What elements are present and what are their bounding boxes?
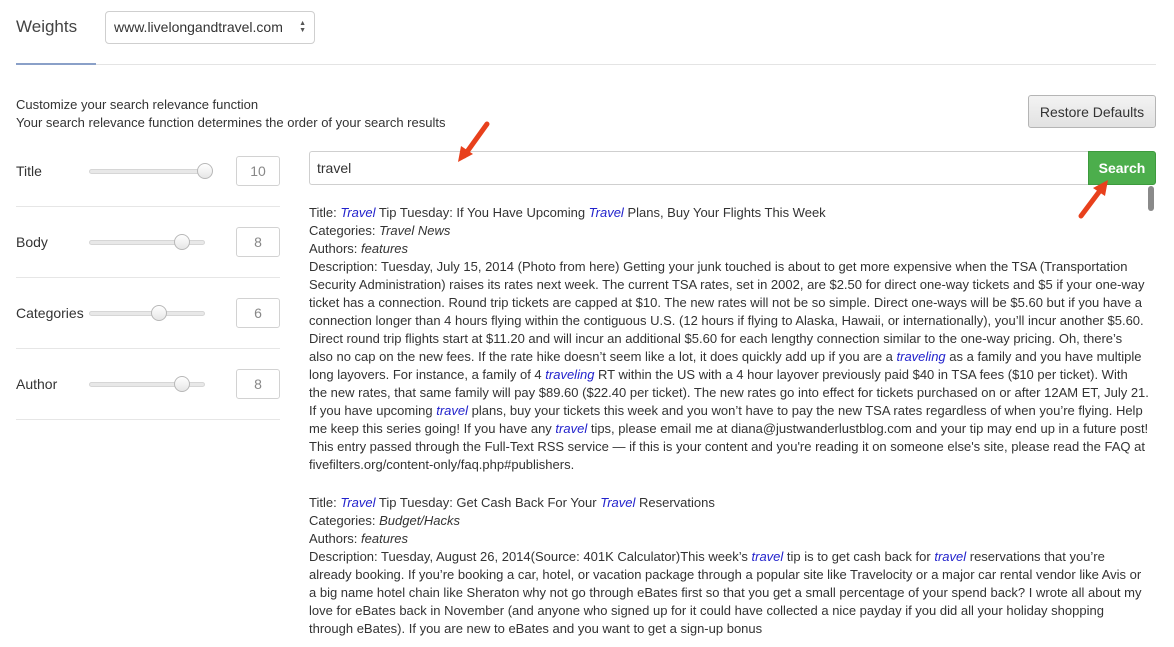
title-weight-slider[interactable]	[89, 163, 213, 179]
text-segment: Plans, Buy Your Flights This Week	[623, 205, 826, 220]
body-weight-input[interactable]: 8	[236, 227, 280, 257]
search-highlight: Travel	[600, 495, 636, 510]
slider-handle[interactable]	[150, 305, 167, 321]
weight-label: Author	[16, 376, 58, 392]
search-highlight: travel	[436, 403, 468, 418]
weight-row-categories: Categories 6	[16, 278, 280, 349]
weight-row-title: Title 10	[16, 136, 280, 207]
title-weight-input[interactable]: 10	[236, 156, 280, 186]
active-tab-indicator	[16, 63, 96, 65]
text-segment: Tuesday, August 26, 2014(Source: 401K Ca…	[381, 549, 752, 564]
result-authors: Authors: features	[309, 531, 409, 546]
author-weight-slider[interactable]	[89, 376, 205, 392]
slider-handle[interactable]	[173, 376, 190, 392]
weight-row-body: Body 8	[16, 207, 280, 278]
scrollbar-thumb[interactable]	[1148, 186, 1154, 211]
select-arrows-icon: ▲ ▼	[299, 20, 306, 34]
intro-heading: Customize your search relevance function	[16, 97, 259, 112]
header-divider	[16, 64, 1156, 65]
slider-handle[interactable]	[197, 163, 213, 179]
body-weight-slider[interactable]	[89, 234, 205, 250]
site-select-value: www.livelongandtravel.com	[114, 19, 283, 35]
result-categories: Categories: Budget/Hacks	[309, 513, 461, 528]
author-weight-input[interactable]: 8	[236, 369, 280, 399]
weight-label: Categories	[16, 305, 84, 321]
search-highlight: Travel	[340, 205, 376, 220]
search-highlight: traveling	[896, 349, 946, 364]
result-title: Title: Travel Tip Tuesday: If You Have U…	[309, 205, 826, 220]
search-highlight: travel	[751, 549, 784, 564]
text-segment: Tip Tuesday: If You Have Upcoming	[375, 205, 589, 220]
search-highlight: Travel	[588, 205, 624, 220]
result-title: Title: Travel Tip Tuesday: Get Cash Back…	[309, 495, 715, 510]
slider-handle[interactable]	[173, 234, 190, 250]
text-segment: tip is to get cash back for	[783, 549, 935, 564]
annotation-arrow-icon	[1078, 180, 1108, 219]
result-item: Title: Travel Tip Tuesday: Get Cash Back…	[309, 494, 1149, 638]
text-segment: Tip Tuesday: Get Cash Back For Your	[375, 495, 601, 510]
weight-label: Title	[16, 163, 42, 179]
annotation-arrow-icon	[458, 121, 490, 162]
slider-track	[89, 311, 205, 316]
result-categories: Categories: Travel News	[309, 223, 451, 238]
result-description: Description: Tuesday, August 26, 2014(So…	[309, 549, 1142, 636]
search-input[interactable]: travel	[309, 151, 1088, 185]
result-authors: Authors: features	[309, 241, 409, 256]
result-description: Description: Tuesday, July 15, 2014 (Pho…	[309, 259, 1149, 472]
categories-weight-input[interactable]: 6	[236, 298, 280, 328]
page-title: Weights	[16, 17, 78, 36]
header: Weights www.livelongandtravel.com ▲ ▼	[16, 10, 315, 44]
weights-panel: Title 10 Body 8 Categories 6 Author 8	[16, 136, 280, 420]
search-highlight: Travel	[340, 495, 376, 510]
intro-text: Customize your search relevance function…	[16, 96, 445, 132]
text-segment: Reservations	[635, 495, 715, 510]
search-highlight: travel	[934, 549, 967, 564]
search-highlight: travel	[555, 421, 588, 436]
restore-defaults-button[interactable]: Restore Defaults	[1028, 95, 1156, 128]
site-select[interactable]: www.livelongandtravel.com ▲ ▼	[105, 10, 315, 44]
slider-track	[89, 169, 205, 174]
intro-description: Your search relevance function determine…	[16, 115, 446, 130]
result-item: Title: Travel Tip Tuesday: If You Have U…	[309, 204, 1149, 474]
search-results: Title: Travel Tip Tuesday: If You Have U…	[309, 204, 1149, 647]
results-scrollbar[interactable]	[1147, 186, 1155, 647]
weight-label: Body	[16, 234, 48, 250]
search-highlight: traveling	[545, 367, 595, 382]
categories-weight-slider[interactable]	[89, 305, 205, 321]
weight-row-author: Author 8	[16, 349, 280, 420]
